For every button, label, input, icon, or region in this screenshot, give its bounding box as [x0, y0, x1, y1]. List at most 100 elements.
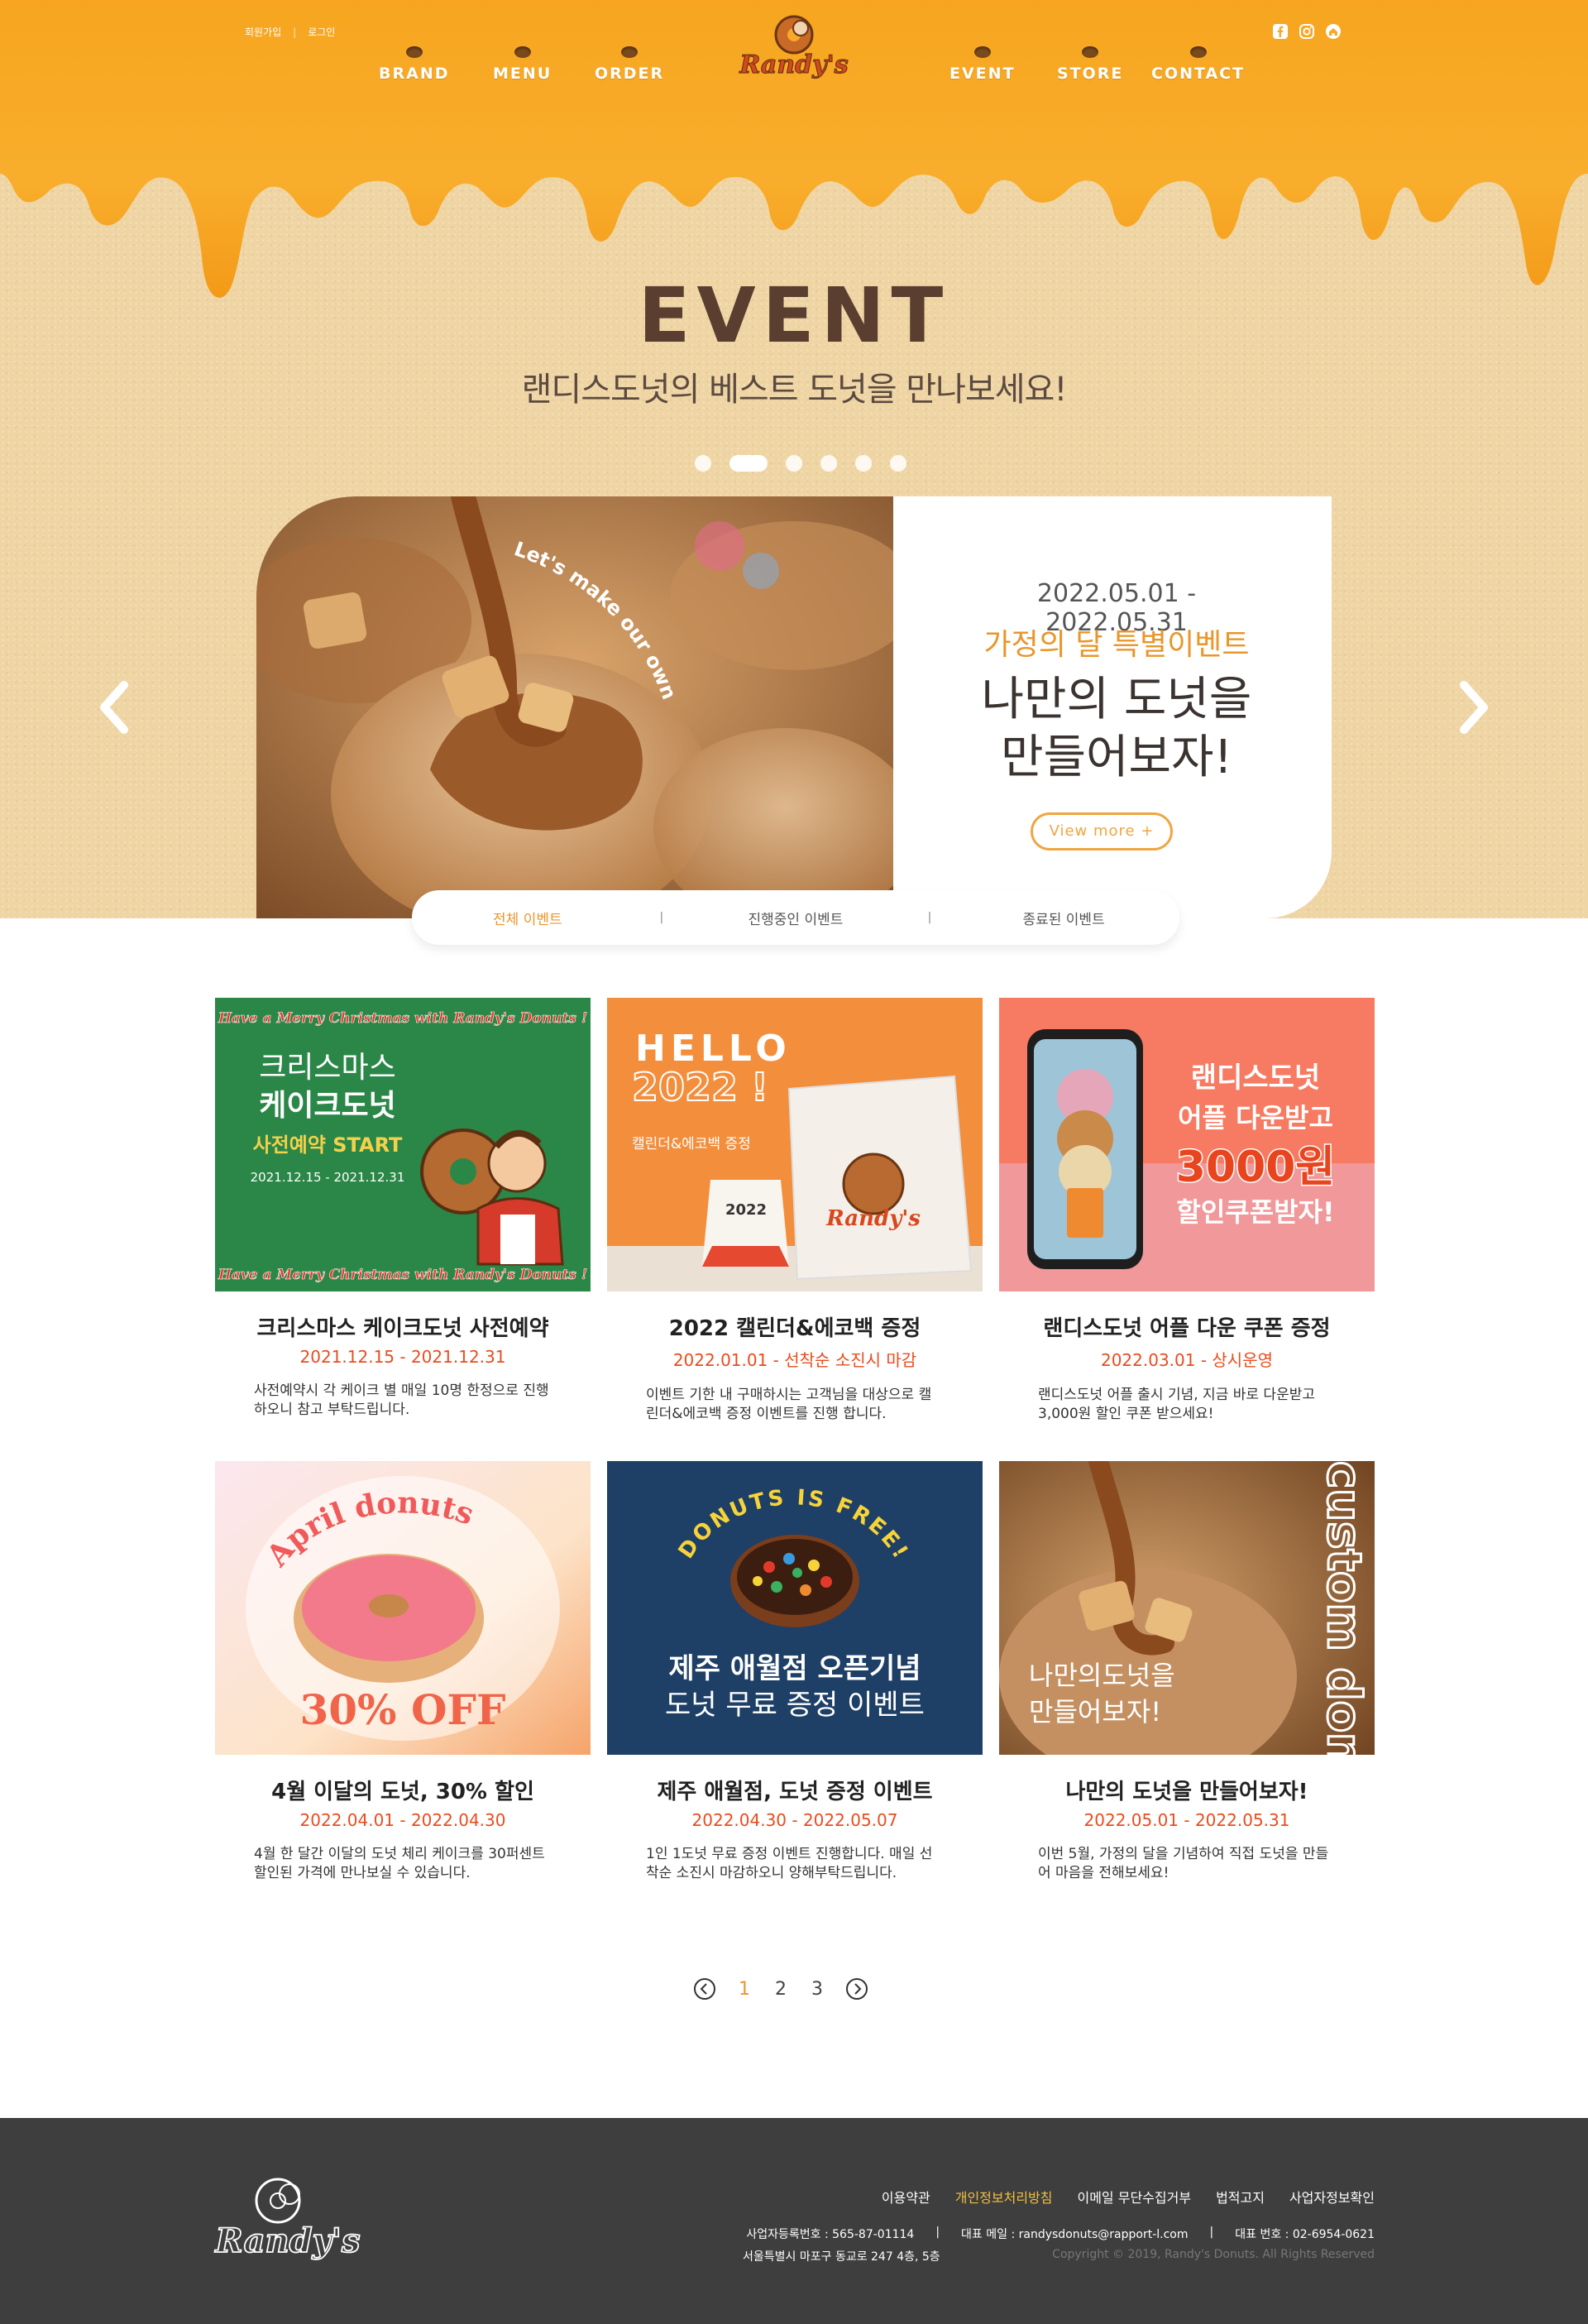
footer-email: 대표 메일 : randysdonuts@rapport-l.com — [961, 2228, 1189, 2241]
thumb-line3: 도넛 무료 증정 이벤트 — [665, 1689, 925, 1722]
svg-text:Randy's: Randy's — [825, 1206, 921, 1231]
prev-page-icon[interactable] — [693, 1977, 716, 2001]
tab-ongoing-events[interactable]: 진행중인 이벤트 — [696, 908, 895, 928]
nav-contact[interactable]: CONTACT — [1151, 46, 1246, 83]
thumb-line2: 케이크도넛 — [259, 1089, 396, 1123]
event-card[interactable]: DONUTS IS FREE! 제주 애월점 오픈기념 도넛 무료 증정 이벤트… — [607, 1461, 983, 1883]
nav-label: ORDER — [595, 65, 665, 83]
nav-label: CONTACT — [1151, 65, 1246, 83]
slider-dot-1[interactable] — [695, 455, 711, 472]
donut-hole-deco — [621, 46, 639, 58]
footer-links: 이용약관 개인정보처리방침 이메일 무단수집거부 법적고지 사업자정보확인 — [882, 2187, 1375, 2207]
slider-dot-2[interactable] — [729, 455, 768, 472]
info-separator: | — [935, 2226, 940, 2239]
donut-hole-deco — [514, 46, 531, 58]
page-1[interactable]: 1 — [736, 1979, 753, 2000]
instagram-icon[interactable] — [1299, 23, 1315, 40]
page-3[interactable]: 3 — [809, 1979, 825, 2000]
event-thumbnail: DONUTS IS FREE! 제주 애월점 오픈기념 도넛 무료 증정 이벤트 — [607, 1461, 983, 1755]
thumb-line1: 크리스마스 — [259, 1051, 396, 1085]
event-thumbnail: HELLO 2022 ! 캘린더&에코백 증정 Randy's 2022 — [607, 998, 983, 1291]
randys-logo[interactable]: Randy's — [736, 7, 852, 89]
nav-label: STORE — [1057, 65, 1124, 83]
thumb-line3: 캘린더&에코백 증정 — [632, 1136, 751, 1152]
event-title: 나만의 도넛을 만들어보자! — [1065, 1780, 1308, 1804]
signup-link[interactable]: 회원가입 — [245, 25, 281, 39]
nav-menu[interactable]: MENU — [493, 46, 552, 83]
event-description: 사전예약시 각 케이크 별 매일 10명 한정으로 진행하오니 참고 부탁드립니… — [254, 1382, 549, 1418]
footer-address: 서울특별시 마포구 동교로 247 4층, 5층 — [743, 2250, 940, 2264]
nav-order[interactable]: ORDER — [595, 46, 665, 83]
event-date: 2022.05.01 - 2022.05.31 — [1083, 1810, 1290, 1830]
nav-brand[interactable]: BRAND — [379, 46, 450, 83]
event-title: 제주 애월점, 도넛 증정 이벤트 — [657, 1780, 933, 1804]
event-date: 2022.04.30 - 2022.05.07 — [691, 1810, 898, 1830]
event-description: 랜디스도넛 어플 출시 기념, 지금 바로 다운받고 3,000원 할인 쿠폰 … — [1038, 1387, 1315, 1422]
donut-hole-deco — [1189, 46, 1207, 58]
event-date: 2022.01.01 - 선착순 소진시 마감 — [672, 1350, 917, 1370]
calendar-year: 2022 — [725, 1201, 767, 1219]
page-subtitle: 랜디스도넛의 베스트 도넛을 만나보세요! — [521, 371, 1068, 409]
tab-separator: | — [659, 911, 664, 924]
facebook-icon[interactable] — [1272, 23, 1289, 40]
svg-text:Randy's: Randy's — [739, 50, 848, 79]
event-card[interactable]: Have a Merry Christmas with Randy's Donu… — [215, 998, 591, 1420]
next-page-icon[interactable] — [845, 1977, 868, 2001]
event-card[interactable]: April donuts 30% OFF 4월 이달의 도넛, 30% 할인 2… — [215, 1461, 591, 1883]
event-filter-tabs: 전체 이벤트 | 진행중인 이벤트 | 종료된 이벤트 — [412, 890, 1179, 945]
tab-separator: | — [927, 911, 932, 924]
event-card[interactable]: 랜디스도넛 어플 다운받고 3000원 할인쿠폰받자! 랜디스도넛 어플 다운 … — [999, 998, 1375, 1424]
slider-dot-6[interactable] — [890, 455, 906, 472]
page-2[interactable]: 2 — [772, 1979, 789, 2000]
next-arrow-icon[interactable] — [1452, 678, 1494, 736]
footer-logo-text: Randy's — [214, 2221, 360, 2260]
info-separator: | — [1209, 2226, 1214, 2239]
util-links: 회원가입 | 로그인 — [245, 25, 335, 39]
slider-dot-4[interactable] — [820, 455, 837, 472]
thumb-line1: 나만의도넛을 — [1029, 1660, 1175, 1691]
event-card[interactable]: 나만의도넛을 만들어보자! custom donuts 나만의 도넛을 만들어보… — [999, 1461, 1375, 1883]
slide-subtitle: 가정의 달 특별이벤트 — [983, 628, 1250, 662]
event-card[interactable]: HELLO 2022 ! 캘린더&에코백 증정 Randy's 2022 202… — [607, 998, 983, 1424]
tab-ended-events[interactable]: 종료된 이벤트 — [964, 908, 1163, 928]
event-thumbnail: 나만의도넛을 만들어보자! custom donuts — [999, 1461, 1375, 1755]
event-date: 2022.04.01 - 2022.04.30 — [299, 1810, 506, 1830]
footer: Randy's 이용약관 개인정보처리방침 이메일 무단수집거부 법적고지 사업… — [0, 2118, 1588, 2324]
event-thumbnail: 랜디스도넛 어플 다운받고 3000원 할인쿠폰받자! — [999, 998, 1375, 1291]
util-separator: | — [293, 26, 297, 38]
event-thumbnail: April donuts 30% OFF — [215, 1461, 591, 1755]
slider-dot-3[interactable] — [786, 455, 802, 472]
tab-all-events[interactable]: 전체 이벤트 — [428, 908, 627, 928]
thumb-line2: 제주 애월점 오픈기념 — [668, 1652, 921, 1685]
home-icon[interactable] — [1325, 23, 1342, 40]
event-slide: Let's make our own donuts! 2022.05.01 - … — [256, 496, 1332, 918]
event-title: 랜디스도넛 어플 다운 쿠폰 증정 — [1043, 1316, 1331, 1341]
event-description: 4월 한 달간 이달의 도넛 체리 케이크를 30퍼센트 할인된 가격에 만나보… — [254, 1846, 545, 1881]
view-more-button[interactable]: View more + — [1031, 812, 1173, 851]
donut-hole-deco — [973, 46, 991, 58]
nav-event[interactable]: EVENT — [949, 46, 1016, 83]
event-title: 크리스마스 케이크도넛 사전예약 — [256, 1316, 549, 1341]
footer-biz-no: 사업자등록번호 : 565-87-01114 — [746, 2228, 915, 2241]
thumb-line3: 3000원 — [1176, 1143, 1336, 1192]
footer-logo[interactable]: Randy's — [213, 2169, 362, 2277]
footer-phone: 대표 번호 : 02-6954-0621 — [1235, 2228, 1375, 2241]
slider-dot-5[interactable] — [855, 455, 872, 472]
event-title: 2022 캘린더&에코백 증정 — [668, 1316, 921, 1341]
login-link[interactable]: 로그인 — [308, 25, 335, 39]
donut-photo: Let's make our own donuts! — [256, 496, 893, 918]
footer-link-email-refusal[interactable]: 이메일 무단수집거부 — [1077, 2187, 1191, 2207]
nav-store[interactable]: STORE — [1057, 46, 1124, 83]
event-date: 2021.12.15 - 2021.12.31 — [299, 1347, 506, 1367]
footer-link-biz-info[interactable]: 사업자정보확인 — [1289, 2187, 1375, 2207]
thumb-line2: 어플 다운받고 — [1178, 1102, 1333, 1133]
footer-link-terms[interactable]: 이용약관 — [882, 2187, 930, 2207]
event-thumbnail: Have a Merry Christmas with Randy's Donu… — [215, 998, 591, 1291]
footer-link-legal[interactable]: 법적고지 — [1216, 2187, 1265, 2207]
thumb-line1: 랜디스도넛 — [1191, 1061, 1320, 1095]
custom-donuts-text: custom donuts — [1317, 1461, 1370, 1755]
slide-title-line1: 나만의 도넛을 — [981, 673, 1252, 726]
footer-link-privacy[interactable]: 개인정보처리방침 — [955, 2187, 1053, 2207]
prev-arrow-icon[interactable] — [94, 678, 136, 736]
social-links — [1272, 23, 1342, 40]
